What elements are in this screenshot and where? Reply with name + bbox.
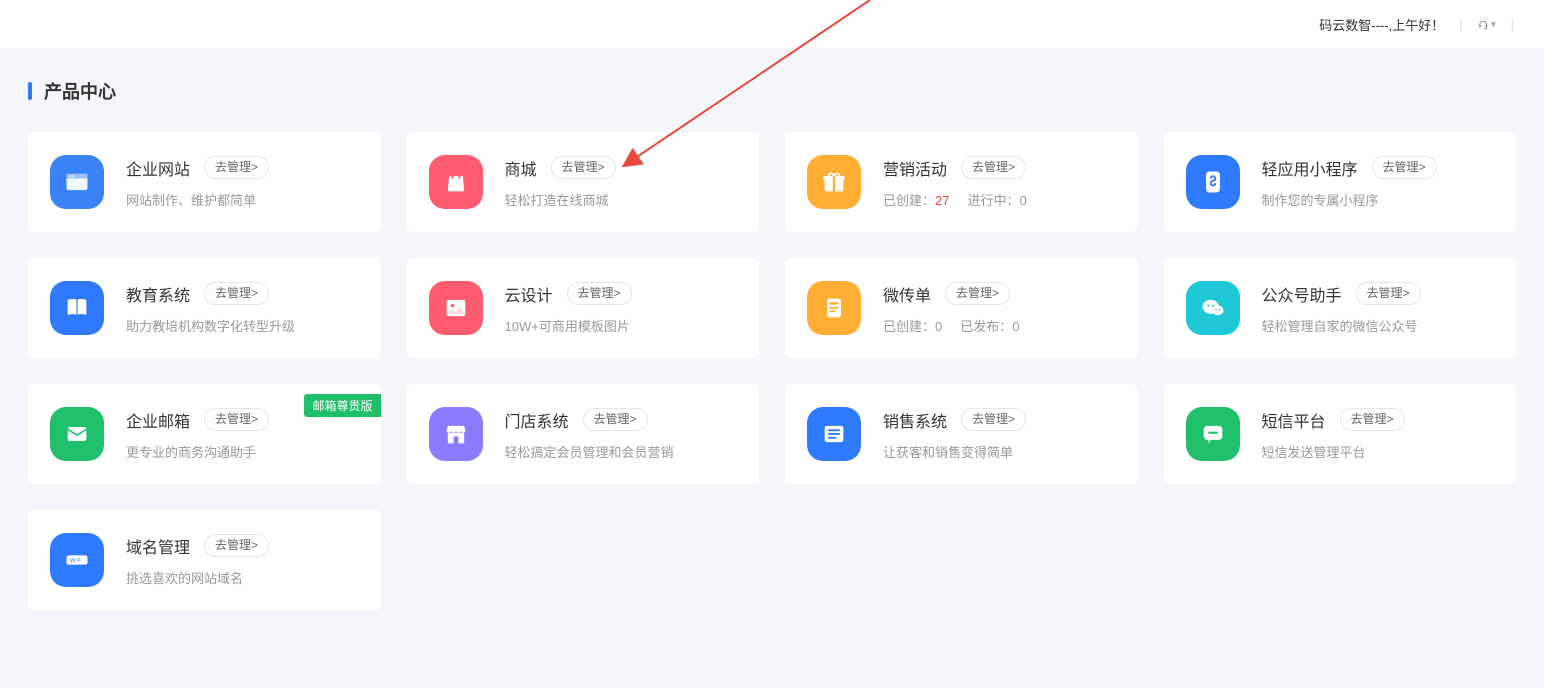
product-card[interactable]: w.= 域名管理去管理> 挑选喜欢的网站域名 xyxy=(28,510,381,610)
card-desc: 轻松搞定会员管理和会员营销 xyxy=(505,442,738,461)
product-card[interactable]: 云设计去管理> 10W+可商用模板图片 xyxy=(407,258,760,358)
greeting-text: 码云数智----,上午好！ xyxy=(1319,15,1444,34)
manage-button[interactable]: 去管理> xyxy=(1340,408,1405,431)
product-card[interactable]: 商城去管理> 轻松打造在线商城 xyxy=(407,132,760,232)
card-desc: 更专业的商务沟通助手 xyxy=(126,442,359,461)
card-title: 域名管理 xyxy=(126,534,190,558)
manage-button[interactable]: 去管理> xyxy=(204,408,269,431)
card-desc: 网站制作、维护都简单 xyxy=(126,190,359,209)
bag-icon xyxy=(429,155,483,209)
product-grid: 企业网站去管理>网站制作、维护都简单商城去管理>轻松打造在线商城营销活动去管理>… xyxy=(28,132,1516,610)
store-icon xyxy=(429,407,483,461)
miniprog-icon xyxy=(1186,155,1240,209)
card-title: 短信平台 xyxy=(1262,408,1326,432)
card-title: 营销活动 xyxy=(883,156,947,180)
card-title: 企业网站 xyxy=(126,156,190,180)
product-card[interactable]: 企业网站去管理> 网站制作、维护都简单 xyxy=(28,132,381,232)
chat-icon xyxy=(1186,407,1240,461)
created-stat: 已创建：0 xyxy=(883,319,942,334)
running-stat: 已发布：0 xyxy=(960,319,1019,334)
card-desc: 挑选喜欢的网站域名 xyxy=(126,568,359,587)
manage-button[interactable]: 去管理> xyxy=(204,282,269,305)
card-desc: 助力教培机构数字化转型升级 xyxy=(126,316,359,335)
manage-button[interactable]: 去管理> xyxy=(961,156,1026,179)
manage-button[interactable]: 去管理> xyxy=(1372,156,1437,179)
section-title-text: 产品中心 xyxy=(44,78,116,104)
top-bar: 码云数智----,上午好！ | ▾ | xyxy=(0,0,1544,48)
svg-text:w.=: w.= xyxy=(69,557,81,564)
card-desc: 让获客和销售变得简单 xyxy=(883,442,1116,461)
card-title: 轻应用小程序 xyxy=(1262,156,1358,180)
running-stat: 进行中：0 xyxy=(967,193,1026,208)
manage-button[interactable]: 去管理> xyxy=(204,534,269,557)
manage-button[interactable]: 去管理> xyxy=(204,156,269,179)
card-title: 销售系统 xyxy=(883,408,947,432)
manage-button[interactable]: 去管理> xyxy=(945,282,1010,305)
card-desc: 轻松管理自家的微信公众号 xyxy=(1262,316,1495,335)
gift-icon xyxy=(807,155,861,209)
card-desc: 已创建：0 已发布：0 xyxy=(883,316,1116,335)
product-card[interactable]: 公众号助手去管理> 轻松管理自家的微信公众号 xyxy=(1164,258,1517,358)
section-title: 产品中心 xyxy=(28,78,1516,104)
card-badge: 邮箱尊贵版 xyxy=(304,394,380,417)
headset-icon[interactable]: ▾ xyxy=(1478,15,1496,33)
manage-button[interactable]: 去管理> xyxy=(583,408,648,431)
card-title: 公众号助手 xyxy=(1262,282,1342,306)
product-card[interactable]: 营销活动去管理> 已创建：27 进行中：0 xyxy=(785,132,1138,232)
book-icon xyxy=(50,281,104,335)
chevron-down-icon: ▾ xyxy=(1491,19,1496,30)
card-title: 门店系统 xyxy=(505,408,569,432)
manage-button[interactable]: 去管理> xyxy=(567,282,632,305)
manage-button[interactable]: 去管理> xyxy=(961,408,1026,431)
card-title: 微传单 xyxy=(883,282,931,306)
product-card[interactable]: 教育系统去管理> 助力教培机构数字化转型升级 xyxy=(28,258,381,358)
flyer-icon xyxy=(807,281,861,335)
manage-button[interactable]: 去管理> xyxy=(1356,282,1421,305)
card-desc: 轻松打造在线商城 xyxy=(505,190,738,209)
product-card[interactable]: 门店系统去管理> 轻松搞定会员管理和会员营销 xyxy=(407,384,760,484)
manage-button[interactable]: 去管理> xyxy=(551,156,616,179)
product-card[interactable]: 微传单去管理>已创建：0 已发布：0 xyxy=(785,258,1138,358)
card-desc: 已创建：27 进行中：0 xyxy=(883,190,1116,209)
card-desc: 短信发送管理平台 xyxy=(1262,442,1495,461)
divider: | xyxy=(1511,17,1514,32)
product-card[interactable]: 邮箱尊贵版企业邮箱去管理> 更专业的商务沟通助手 xyxy=(28,384,381,484)
envelope-icon xyxy=(50,407,104,461)
card-title: 教育系统 xyxy=(126,282,190,306)
wechat-icon xyxy=(1186,281,1240,335)
divider: | xyxy=(1459,17,1462,32)
title-bar-accent xyxy=(28,82,32,100)
card-title: 商城 xyxy=(505,156,537,180)
product-card[interactable]: 轻应用小程序去管理> 制作您的专属小程序 xyxy=(1164,132,1517,232)
domain-icon: w.= xyxy=(50,533,104,587)
card-desc: 制作您的专属小程序 xyxy=(1262,190,1495,209)
card-title: 云设计 xyxy=(505,282,553,306)
image-icon xyxy=(429,281,483,335)
window-icon xyxy=(50,155,104,209)
list-icon xyxy=(807,407,861,461)
card-title: 企业邮箱 xyxy=(126,408,190,432)
created-stat: 已创建：27 xyxy=(883,193,949,208)
card-desc: 10W+可商用模板图片 xyxy=(505,316,738,335)
product-card[interactable]: 短信平台去管理> 短信发送管理平台 xyxy=(1164,384,1517,484)
product-card[interactable]: 销售系统去管理> 让获客和销售变得简单 xyxy=(785,384,1138,484)
